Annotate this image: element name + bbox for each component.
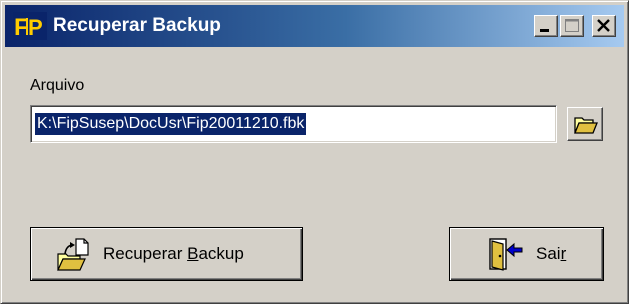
title-bar[interactable]: F P Recuperar Backup xyxy=(5,5,624,47)
fip-logo-icon: F P xyxy=(13,12,47,40)
restore-backup-button[interactable]: Recuperar Backup xyxy=(30,227,303,281)
file-path-value: K:\FipSusep\DocUsr\Fip20011210.fbk xyxy=(35,113,307,135)
restore-backup-icon xyxy=(57,238,89,271)
close-icon xyxy=(597,19,610,32)
exit-door-icon xyxy=(489,238,523,271)
exit-button[interactable]: Sair xyxy=(449,227,604,281)
recuperar-backup-dialog: F P Recuperar Backup Arquivo K:\FipSusep… xyxy=(0,0,629,304)
folder-open-icon xyxy=(574,117,598,134)
restore-label-post: ackup xyxy=(198,244,244,263)
svg-text:P: P xyxy=(28,15,43,40)
maximize-button[interactable] xyxy=(560,15,584,37)
exit-label-accesskey: r xyxy=(560,244,567,263)
window-title: Recuperar Backup xyxy=(53,15,221,36)
maximize-icon xyxy=(565,19,579,32)
minimize-button[interactable] xyxy=(534,15,558,37)
exit-label: Sair xyxy=(536,244,566,264)
file-path-input[interactable]: K:\FipSusep\DocUsr\Fip20011210.fbk xyxy=(30,105,557,143)
exit-label-pre: Sai xyxy=(536,244,561,263)
close-button[interactable] xyxy=(592,15,616,37)
restore-label-pre: Recuperar xyxy=(103,244,188,263)
restore-backup-label: Recuperar Backup xyxy=(103,244,244,264)
browse-file-button[interactable] xyxy=(567,107,603,141)
restore-label-accesskey: B xyxy=(187,244,199,263)
minimize-icon xyxy=(540,29,549,32)
file-label: Arquivo xyxy=(30,77,85,94)
